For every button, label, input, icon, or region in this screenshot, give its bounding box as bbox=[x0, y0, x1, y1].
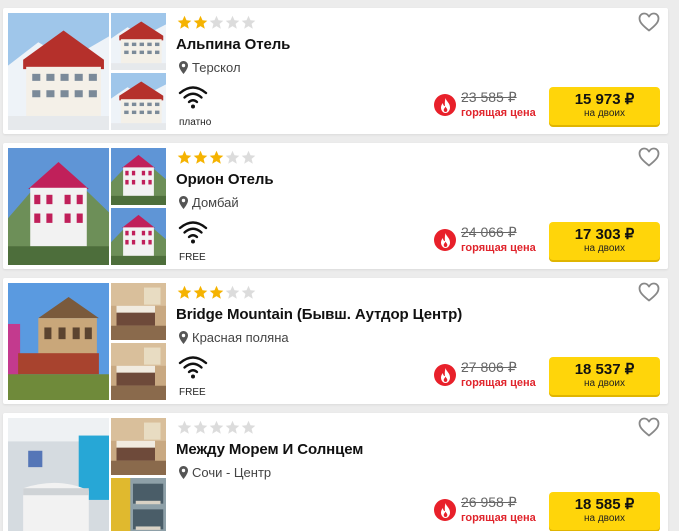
hotel-photo-thumb[interactable] bbox=[111, 148, 166, 205]
star-filled-icon bbox=[193, 285, 208, 300]
hotel-photo-thumb[interactable] bbox=[111, 208, 166, 265]
star-empty-icon bbox=[225, 150, 240, 165]
favorite-heart-icon[interactable] bbox=[638, 282, 660, 302]
star-rating bbox=[177, 150, 256, 165]
price-button[interactable]: 18 585 ₽ на двоих bbox=[549, 492, 660, 530]
price-button[interactable]: 18 537 ₽ на двоих bbox=[549, 357, 660, 395]
wifi-label: FREE bbox=[179, 387, 206, 398]
hot-price-label: горящая цена bbox=[461, 377, 536, 389]
hotel-photo-thumb[interactable] bbox=[111, 13, 166, 70]
hotel-photo-main[interactable] bbox=[8, 13, 109, 130]
hot-price-label: горящая цена bbox=[461, 242, 536, 254]
star-empty-icon bbox=[209, 420, 224, 435]
location-label: Домбай bbox=[192, 195, 239, 210]
wifi-icon bbox=[178, 86, 208, 109]
old-price: 23 585 ₽ bbox=[461, 89, 517, 105]
star-empty-icon bbox=[193, 420, 208, 435]
price-per-label: на двоих bbox=[583, 108, 626, 119]
hotel-photo-main[interactable] bbox=[8, 148, 109, 265]
star-rating bbox=[177, 420, 256, 435]
hot-price-fire-icon bbox=[434, 94, 456, 116]
hotel-photo-main[interactable] bbox=[8, 418, 109, 531]
price-value: 15 973 ₽ bbox=[574, 91, 635, 108]
favorite-heart-icon[interactable] bbox=[638, 417, 660, 437]
star-rating bbox=[177, 15, 256, 30]
star-empty-icon bbox=[225, 420, 240, 435]
hotel-photo-thumb[interactable] bbox=[111, 343, 166, 400]
hotel-photo-thumb[interactable] bbox=[111, 418, 166, 475]
star-empty-icon bbox=[241, 285, 256, 300]
price-button[interactable]: 15 973 ₽ на двоих bbox=[549, 87, 660, 125]
wifi-icon bbox=[178, 221, 208, 244]
location-pin-icon bbox=[179, 331, 188, 344]
hotel-card[interactable]: Между Морем И Солнцем Сочи - Центр 26 95… bbox=[3, 413, 668, 531]
hot-price-label: горящая цена bbox=[461, 107, 536, 119]
wifi-label: FREE bbox=[179, 252, 206, 263]
location-pin-icon bbox=[179, 466, 188, 479]
price-value: 18 537 ₽ bbox=[574, 361, 635, 378]
old-price: 24 066 ₽ bbox=[461, 224, 517, 240]
hotel-photo-main[interactable] bbox=[8, 283, 109, 400]
hot-price-fire-icon bbox=[434, 229, 456, 251]
old-price: 27 806 ₽ bbox=[461, 359, 517, 375]
star-empty-icon bbox=[225, 285, 240, 300]
location-label: Красная поляна bbox=[192, 330, 289, 345]
hot-price-label: горящая цена bbox=[461, 512, 536, 524]
favorite-heart-icon[interactable] bbox=[638, 147, 660, 167]
star-filled-icon bbox=[209, 285, 224, 300]
hotel-name[interactable]: Bridge Mountain (Бывш. Аутдор Центр) bbox=[176, 306, 462, 323]
location-label: Сочи - Центр bbox=[192, 465, 272, 480]
hotel-photo-thumb[interactable] bbox=[111, 73, 166, 130]
hotel-name[interactable]: Орион Отель bbox=[176, 171, 274, 188]
star-filled-icon bbox=[193, 15, 208, 30]
price-button[interactable]: 17 303 ₽ на двоих bbox=[549, 222, 660, 260]
star-empty-icon bbox=[225, 15, 240, 30]
price-per-label: на двоих bbox=[583, 513, 626, 524]
star-rating bbox=[177, 285, 256, 300]
star-empty-icon bbox=[177, 420, 192, 435]
wifi-icon bbox=[178, 356, 208, 379]
star-filled-icon bbox=[177, 15, 192, 30]
old-price: 26 958 ₽ bbox=[461, 494, 517, 510]
hot-price-fire-icon bbox=[434, 364, 456, 386]
star-filled-icon bbox=[177, 150, 192, 165]
hotel-card[interactable]: Bridge Mountain (Бывш. Аутдор Центр) Кра… bbox=[3, 278, 668, 404]
location-pin-icon bbox=[179, 196, 188, 209]
price-per-label: на двоих bbox=[583, 243, 626, 254]
location-label: Терскол bbox=[192, 60, 241, 75]
hotel-card[interactable]: Альпина Отель Терскол платно 23 585 ₽ го… bbox=[3, 8, 668, 134]
hot-price-fire-icon bbox=[434, 499, 456, 521]
hotel-photo-thumb[interactable] bbox=[111, 283, 166, 340]
hotel-card[interactable]: Орион Отель Домбай FREE 24 066 ₽ горящая… bbox=[3, 143, 668, 269]
price-value: 18 585 ₽ bbox=[574, 496, 635, 513]
star-filled-icon bbox=[193, 150, 208, 165]
hotel-name[interactable]: Между Морем И Солнцем bbox=[176, 441, 363, 458]
wifi-label: платно bbox=[179, 117, 212, 128]
hotel-name[interactable]: Альпина Отель bbox=[176, 36, 290, 53]
hotel-location: Красная поляна bbox=[179, 330, 289, 345]
star-empty-icon bbox=[209, 15, 224, 30]
star-empty-icon bbox=[241, 420, 256, 435]
star-empty-icon bbox=[241, 15, 256, 30]
hotel-location: Домбай bbox=[179, 195, 239, 210]
hotel-photo-thumb[interactable] bbox=[111, 478, 166, 531]
price-per-label: на двоих bbox=[583, 378, 626, 389]
star-empty-icon bbox=[241, 150, 256, 165]
star-filled-icon bbox=[209, 150, 224, 165]
price-value: 17 303 ₽ bbox=[574, 226, 635, 243]
hotel-location: Терскол bbox=[179, 60, 241, 75]
favorite-heart-icon[interactable] bbox=[638, 12, 660, 32]
star-filled-icon bbox=[177, 285, 192, 300]
hotel-location: Сочи - Центр bbox=[179, 465, 271, 480]
location-pin-icon bbox=[179, 61, 188, 74]
